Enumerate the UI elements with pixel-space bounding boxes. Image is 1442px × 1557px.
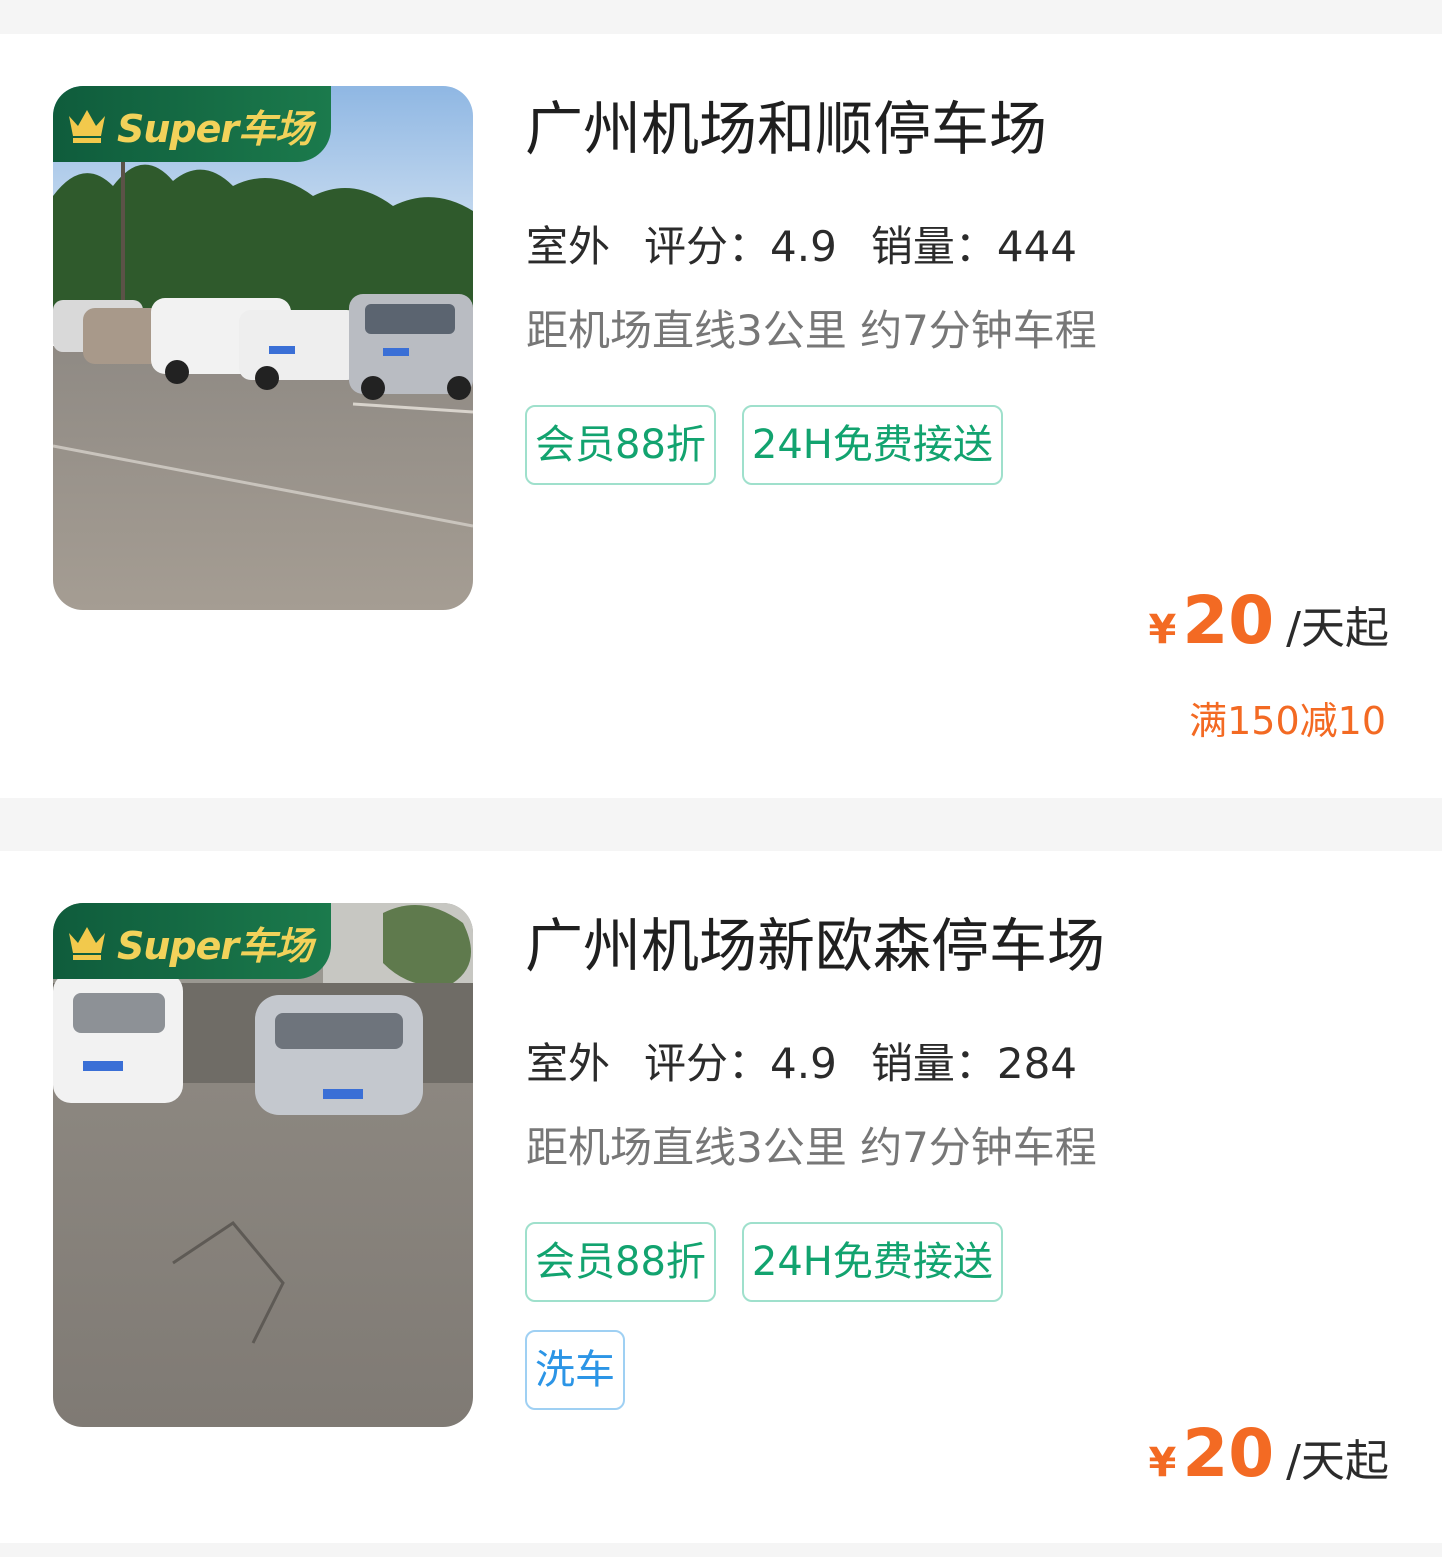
sales-value: 284 (996, 1039, 1078, 1088)
sales-label: 销量： (870, 1039, 997, 1088)
crown-icon (69, 110, 105, 143)
badge-label: Super车场 (117, 924, 313, 968)
feature-tag-member-discount: 会员88折 (525, 405, 716, 485)
currency-symbol: ¥ (1148, 1440, 1177, 1486)
price-unit: /天起 (1286, 603, 1389, 654)
currency-symbol: ¥ (1148, 607, 1177, 653)
lot-name[interactable]: 广州机场和顺停车场 (525, 100, 1047, 158)
price-amount: 20 (1182, 1415, 1275, 1492)
crown-icon (69, 927, 105, 960)
feature-tag-shuttle: 24H免费接送 (741, 1222, 1003, 1302)
parking-lot-card[interactable]: Super车场 广州机场新欧森停车场 室外 评分：4.9 销量：284 距机场直线3… (0, 851, 1442, 1543)
lot-type-label: 室外 (526, 1039, 613, 1091)
parking-lot-photo: Super车场 (53, 86, 473, 610)
lot-name[interactable]: 广州机场新欧森停车场 (525, 917, 1105, 975)
sales-label: 销量： (870, 222, 997, 271)
badge-label: Super车场 (117, 107, 313, 151)
price-unit: /天起 (1286, 1436, 1389, 1487)
lot-meta-row: 室外 评分：4.9 销量：444 (526, 226, 1077, 276)
feature-tag-car-wash: 洗车 (525, 1330, 625, 1410)
parking-lot-photo: Super车场 (53, 903, 473, 1427)
lot-type-label: 室外 (526, 222, 613, 274)
rating-value: 4.9 (770, 1039, 837, 1088)
distance-text: 距机场直线3公里 约7分钟车程 (526, 306, 1097, 355)
price-amount: 20 (1182, 582, 1275, 659)
feature-tag-shuttle: 24H免费接送 (741, 405, 1003, 485)
parking-lot-card[interactable]: Super车场 广州机场和顺停车场 室外 评分：4.9 销量：444 距机场直线3公… (0, 34, 1442, 798)
price: ¥20/天起 (1148, 1415, 1389, 1492)
feature-tags: 会员88折 24H免费接送 (525, 405, 1125, 513)
rating-value: 4.9 (770, 222, 837, 271)
lot-meta-row: 室外 评分：4.9 销量：284 (526, 1043, 1077, 1093)
feature-tag-member-discount: 会员88折 (525, 1222, 716, 1302)
super-lot-badge: Super车场 (53, 86, 331, 162)
price: ¥20/天起 (1148, 582, 1389, 659)
rating-label: 评分： (644, 1039, 771, 1088)
sales-value: 444 (996, 222, 1078, 271)
discount-text: 满150减10 (1189, 699, 1386, 743)
super-lot-badge: Super车场 (53, 903, 331, 979)
rating-label: 评分： (644, 222, 771, 271)
feature-tags: 会员88折 24H免费接送 洗车 (525, 1222, 1125, 1438)
distance-text: 距机场直线3公里 约7分钟车程 (526, 1123, 1097, 1172)
